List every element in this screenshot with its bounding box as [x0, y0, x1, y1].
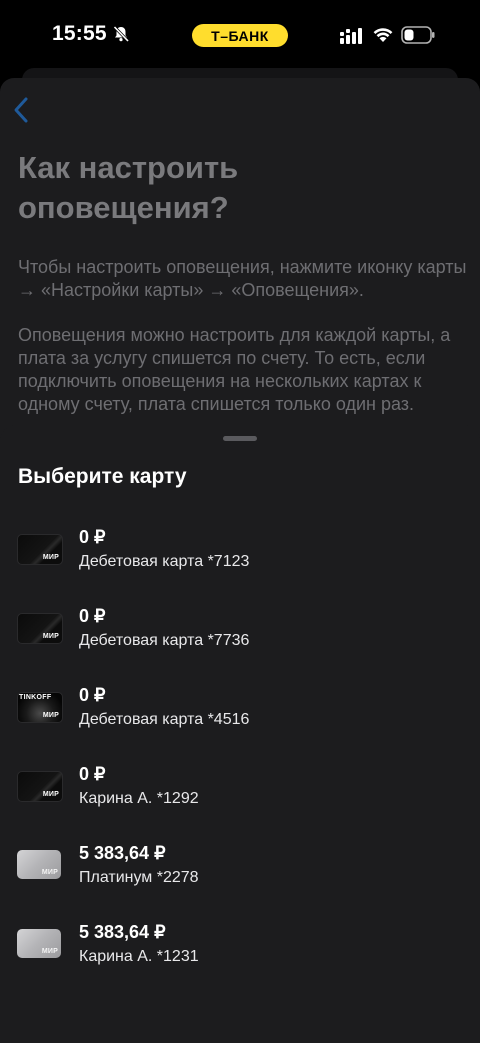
status-bar: 15:55 Т–БАНК	[0, 0, 480, 72]
wifi-icon	[373, 28, 393, 42]
card-row[interactable]: МИР 0 ₽ Карина А. *1292	[0, 762, 480, 822]
instructions-paragraph: Чтобы настроить оповещения, нажмите икон…	[18, 257, 467, 300]
card-balance: 0 ₽	[79, 685, 106, 705]
card-picker-sheet: Выберите карту МИР 0 ₽ Дебетовая карта *…	[0, 425, 480, 1043]
page-title: Как настроить оповещения?	[18, 150, 239, 225]
card-balance: 5 383,64 ₽	[79, 843, 166, 863]
card-balance: 0 ₽	[79, 606, 106, 626]
card-thumbnail: МИР	[17, 929, 61, 958]
card-thumbnail: TINKOFF МИР	[17, 692, 63, 723]
battery-icon	[401, 26, 435, 44]
status-time: 15:55	[52, 22, 107, 45]
tinkoff-logo: TINKOFF	[19, 694, 52, 701]
card-thumbnail: МИР	[17, 534, 63, 565]
mir-logo: МИР	[41, 869, 58, 876]
card-name: Карина А. *1231	[79, 948, 199, 965]
mir-logo: МИР	[41, 948, 58, 955]
bank-pill[interactable]: Т–БАНК	[192, 24, 288, 47]
card-row[interactable]: МИР 5 383,64 ₽ Платинум *2278	[0, 841, 480, 901]
card-name: Платинум *2278	[79, 869, 199, 886]
fee-paragraph: Оповещения можно настроить для каждой ка…	[18, 325, 451, 414]
card-balance: 5 383,64 ₽	[79, 922, 166, 942]
card-row[interactable]: МИР 0 ₽ Дебетовая карта *7736	[0, 604, 480, 664]
card-thumbnail: МИР	[17, 771, 63, 802]
mir-logo: МИР	[42, 791, 59, 798]
card-thumbnail: МИР	[17, 613, 63, 644]
mir-logo: МИР	[42, 554, 59, 561]
mir-logo: МИР	[42, 712, 59, 719]
back-chevron-icon[interactable]	[12, 96, 30, 124]
cellular-signal-icon	[340, 28, 362, 44]
card-row[interactable]: МИР 0 ₽ Дебетовая карта *7123	[0, 525, 480, 585]
card-name: Дебетовая карта *7123	[79, 553, 250, 570]
card-row[interactable]: TINKOFF МИР 0 ₽ Дебетовая карта *4516	[0, 683, 480, 743]
card-row[interactable]: МИР 5 383,64 ₽ Карина А. *1231	[0, 920, 480, 980]
card-name: Дебетовая карта *4516	[79, 711, 250, 728]
card-balance: 0 ₽	[79, 764, 106, 784]
bell-off-icon	[113, 25, 130, 43]
mir-logo: МИР	[42, 633, 59, 640]
card-thumbnail: МИР	[17, 850, 61, 879]
card-name: Карина А. *1292	[79, 790, 199, 807]
card-name: Дебетовая карта *7736	[79, 632, 250, 649]
card-balance: 0 ₽	[79, 527, 106, 547]
sheet-title: Выберите карту	[18, 465, 187, 488]
sheet-grabber[interactable]	[223, 436, 257, 441]
